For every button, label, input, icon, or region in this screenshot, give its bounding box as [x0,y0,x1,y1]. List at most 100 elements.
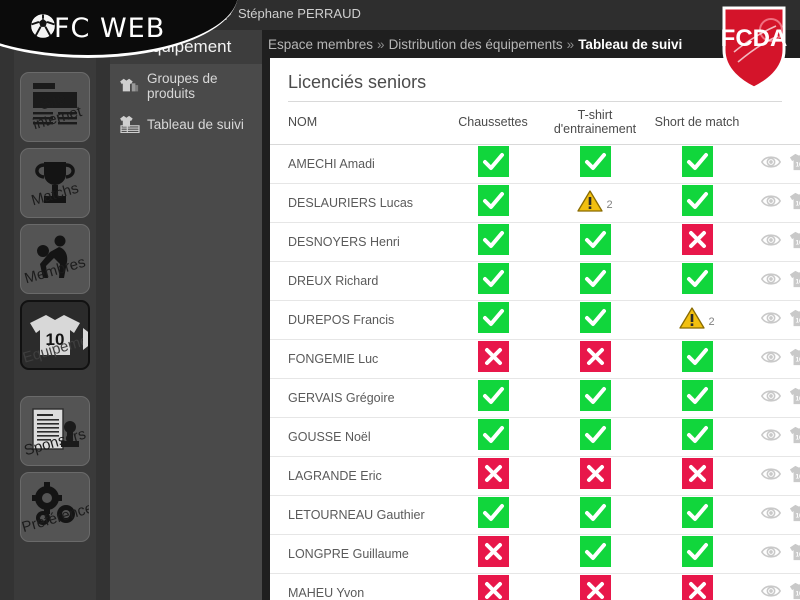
cell-short[interactable] [646,144,748,184]
cell-short[interactable] [646,495,748,535]
eye-icon[interactable] [760,309,782,327]
cell-tshirt[interactable] [544,222,646,262]
status-missing-badge[interactable] [579,341,611,372]
status-ok-badge[interactable] [681,536,713,567]
cell-tshirt[interactable] [544,417,646,457]
status-ok-badge[interactable] [579,497,611,528]
status-ok-badge[interactable] [477,224,509,255]
status-ok-badge[interactable] [681,263,713,294]
eye-icon[interactable] [760,465,782,483]
status-missing-badge[interactable] [477,458,509,489]
cell-tshirt[interactable] [544,144,646,184]
status-ok-badge[interactable] [681,146,713,177]
status-ok-badge[interactable] [579,380,611,411]
jersey-icon[interactable]: 10 [789,152,800,172]
current-user[interactable]: Stéphane PERRAUD [218,6,361,21]
eye-icon[interactable] [760,348,782,366]
table-row[interactable]: DUREPOS Francis 2 10 [270,300,800,340]
cell-short[interactable] [646,456,748,496]
cell-short[interactable]: 2 [646,300,748,340]
cell-short[interactable] [646,183,748,223]
jersey-icon[interactable]: 10 [789,308,800,328]
cell-short[interactable] [646,378,748,418]
jersey-icon[interactable]: 10 [789,542,800,562]
cell-tshirt[interactable] [544,261,646,301]
jersey-icon[interactable]: 10 [789,503,800,523]
cell-chaussettes[interactable] [442,261,544,301]
submenu-item-groupes-de-produits[interactable]: Groupes de produits [110,64,262,108]
jersey-icon[interactable]: 10 [789,347,800,367]
column-header-tshirt[interactable]: T-shirt d'entrainement [544,102,646,145]
status-ok-badge[interactable] [681,380,713,411]
status-missing-badge[interactable] [681,575,713,600]
status-ok-badge[interactable] [579,419,611,450]
cell-chaussettes[interactable] [442,495,544,535]
status-ok-badge[interactable] [477,146,509,177]
sidebar-item-equipement[interactable]: 10 Equipement [20,300,90,370]
table-row[interactable]: FONGEMIE Luc 10 [270,339,800,379]
cell-chaussettes[interactable] [442,378,544,418]
status-ok-badge[interactable] [579,536,611,567]
sidebar-item-matchs[interactable]: Matchs [20,148,90,218]
table-row[interactable]: LETOURNEAU Gauthier 10 [270,495,800,535]
cell-short[interactable] [646,339,748,379]
cell-chaussettes[interactable] [442,222,544,262]
jersey-icon[interactable]: 10 [789,581,800,600]
status-missing-badge[interactable] [477,575,509,600]
table-row[interactable]: GERVAIS Grégoire 10 [270,378,800,418]
sidebar-item-preferences[interactable]: Préférences [20,472,90,542]
status-ok-badge[interactable] [477,419,509,450]
brand-logo[interactable]: FC WEB [0,0,230,58]
status-missing-badge[interactable] [477,341,509,372]
sidebar-item-site-internet[interactable]: Site internet [20,72,90,142]
eye-icon[interactable] [760,387,782,405]
jersey-icon[interactable]: 10 [789,269,800,289]
status-missing-badge[interactable] [681,224,713,255]
status-ok-badge[interactable] [477,497,509,528]
cell-short[interactable] [646,222,748,262]
table-row[interactable]: MAHEU Yvon 10 [270,573,800,600]
eye-icon[interactable] [760,270,782,288]
status-ok-badge[interactable] [579,302,611,333]
sidebar-item-sponsors[interactable]: Sponsors [20,396,90,466]
table-row[interactable]: DREUX Richard 10 [270,261,800,301]
cell-tshirt[interactable] [544,534,646,574]
eye-icon[interactable] [760,153,782,171]
status-warning-badge[interactable]: 2 [679,306,715,330]
column-header-chaussettes[interactable]: Chaussettes [442,102,544,145]
cell-chaussettes[interactable] [442,534,544,574]
submenu-item-tableau-de-suivi[interactable]: Tableau de suivi [110,108,262,140]
cell-tshirt[interactable] [544,456,646,496]
status-ok-badge[interactable] [579,263,611,294]
status-ok-badge[interactable] [681,419,713,450]
cell-short[interactable] [646,534,748,574]
status-missing-badge[interactable] [579,458,611,489]
jersey-icon[interactable]: 10 [789,191,800,211]
eye-icon[interactable] [760,231,782,249]
status-missing-badge[interactable] [579,575,611,600]
status-ok-badge[interactable] [477,263,509,294]
cell-chaussettes[interactable] [442,183,544,223]
cell-chaussettes[interactable] [442,339,544,379]
breadcrumb-item-1[interactable]: Distribution des équipements [389,37,563,52]
jersey-icon[interactable]: 10 [789,464,800,484]
cell-short[interactable] [646,573,748,600]
status-ok-badge[interactable] [579,224,611,255]
cell-tshirt[interactable] [544,573,646,600]
cell-short[interactable] [646,417,748,457]
status-warning-badge[interactable]: 2 [577,189,613,213]
status-ok-badge[interactable] [579,146,611,177]
cell-chaussettes[interactable] [442,573,544,600]
table-row[interactable]: LAGRANDE Eric 10 [270,456,800,496]
column-header-nom[interactable]: NOM [270,102,442,145]
table-row[interactable]: AMECHI Amadi 10 [270,144,800,184]
eye-icon[interactable] [760,426,782,444]
eye-icon[interactable] [760,504,782,522]
status-ok-badge[interactable] [477,380,509,411]
cell-chaussettes[interactable] [442,456,544,496]
cell-chaussettes[interactable] [442,417,544,457]
eye-icon[interactable] [760,543,782,561]
cell-chaussettes[interactable] [442,144,544,184]
cell-short[interactable] [646,261,748,301]
jersey-icon[interactable]: 10 [789,230,800,250]
